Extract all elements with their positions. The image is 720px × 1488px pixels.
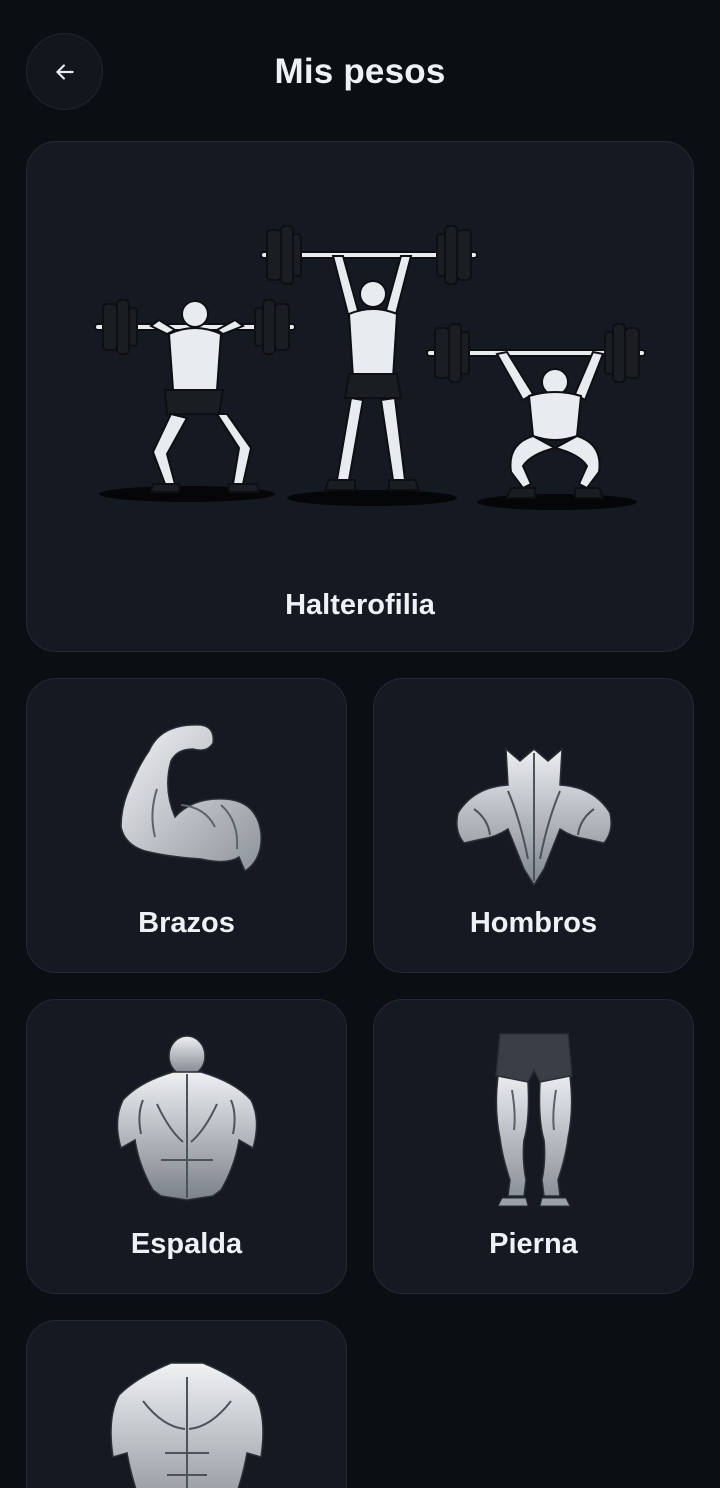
category-card-hombros[interactable]: Hombros	[373, 678, 694, 973]
category-label: Espalda	[130, 1228, 243, 1260]
category-card-espalda[interactable]: Espalda	[26, 999, 347, 1294]
category-label: Halterofilia	[285, 589, 435, 621]
category-card-brazos[interactable]: Brazos	[26, 678, 347, 973]
category-label: Hombros	[469, 907, 598, 939]
category-card-halterofilia[interactable]: Halterofilia	[26, 141, 694, 652]
back-muscles-illustration	[116, 1035, 258, 1201]
shoulders-illustration	[456, 747, 612, 887]
my-weights-screen: Mis pesos Halterofilia Brazos Hombros Es…	[0, 0, 720, 1488]
weightlifting-illustration	[94, 225, 646, 510]
legs-illustration	[495, 1033, 573, 1207]
chest-torso-illustration	[110, 1362, 264, 1488]
category-card-pierna[interactable]: Pierna	[373, 999, 694, 1294]
category-card-pecho[interactable]	[26, 1320, 347, 1488]
category-label: Brazos	[138, 907, 235, 939]
flexed-arm-illustration	[120, 724, 262, 873]
category-label: Pierna	[489, 1228, 578, 1260]
header: Mis pesos	[0, 0, 720, 140]
page-title: Mis pesos	[274, 52, 446, 91]
